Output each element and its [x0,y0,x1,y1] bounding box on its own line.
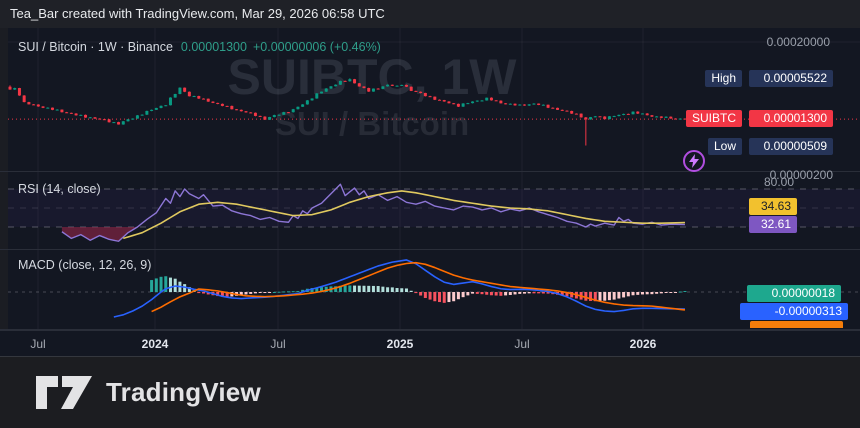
time-axis-tick: Jul [497,331,547,357]
macd-signal-value-badge [750,321,843,328]
lightning-icon [688,154,700,168]
macd-pane-label[interactable]: MACD (close, 12, 26, 9) [18,258,151,272]
candles-layer [9,78,687,145]
low-label-badge: Low [708,138,742,155]
attribution-titlebar: Tea_Bar created with TradingView.com, Ma… [0,0,860,28]
time-axis-tick: 2024 [130,331,180,357]
macd-histogram [150,276,686,303]
macd-signal-line [152,263,685,312]
time-axis-tick: Jul [13,331,63,357]
symbol-price-label-badge: SUIBTC [686,110,742,127]
rsi-scale-top-label[interactable]: 80.00 [764,175,794,189]
rsi-ma-value-badge: 34.63 [749,198,797,215]
legend-last-price: 0.00001300 [181,40,247,54]
price-scale-top-label[interactable]: 0.00020000 [767,35,830,49]
footer-bar: TradingView [0,357,860,428]
symbol-legend[interactable]: SUI / Bitcoin · 1W · Binance 0.00001300 +0… [18,40,381,54]
macd-line-value-badge: -0.00000313 [740,303,848,320]
macd-histogram-value-badge: 0.00000018 [747,285,841,302]
rsi-value-badge: 32.61 [749,216,797,233]
rsi-pane-label[interactable]: RSI (14, close) [18,182,101,196]
high-value-badge: 0.00005522 [749,70,833,87]
lightning-button[interactable] [683,150,705,172]
legend-description: SUI / Bitcoin · 1W · Binance [18,40,173,54]
time-axis[interactable]: Jul 2024 Jul 2025 Jul 2026 [0,330,860,357]
tradingview-brand-text[interactable]: TradingView [106,377,261,408]
last-price-badge: 0.00001300 [749,110,833,127]
time-axis-tick: 2025 [375,331,425,357]
tradingview-logo-icon[interactable] [36,376,94,410]
time-axis-tick: Jul [253,331,303,357]
legend-change: +0.00000006 (+0.46%) [253,40,381,54]
low-value-badge: 0.00000509 [749,138,833,155]
time-axis-tick: 2026 [618,331,668,357]
high-label-badge: High [705,70,742,87]
